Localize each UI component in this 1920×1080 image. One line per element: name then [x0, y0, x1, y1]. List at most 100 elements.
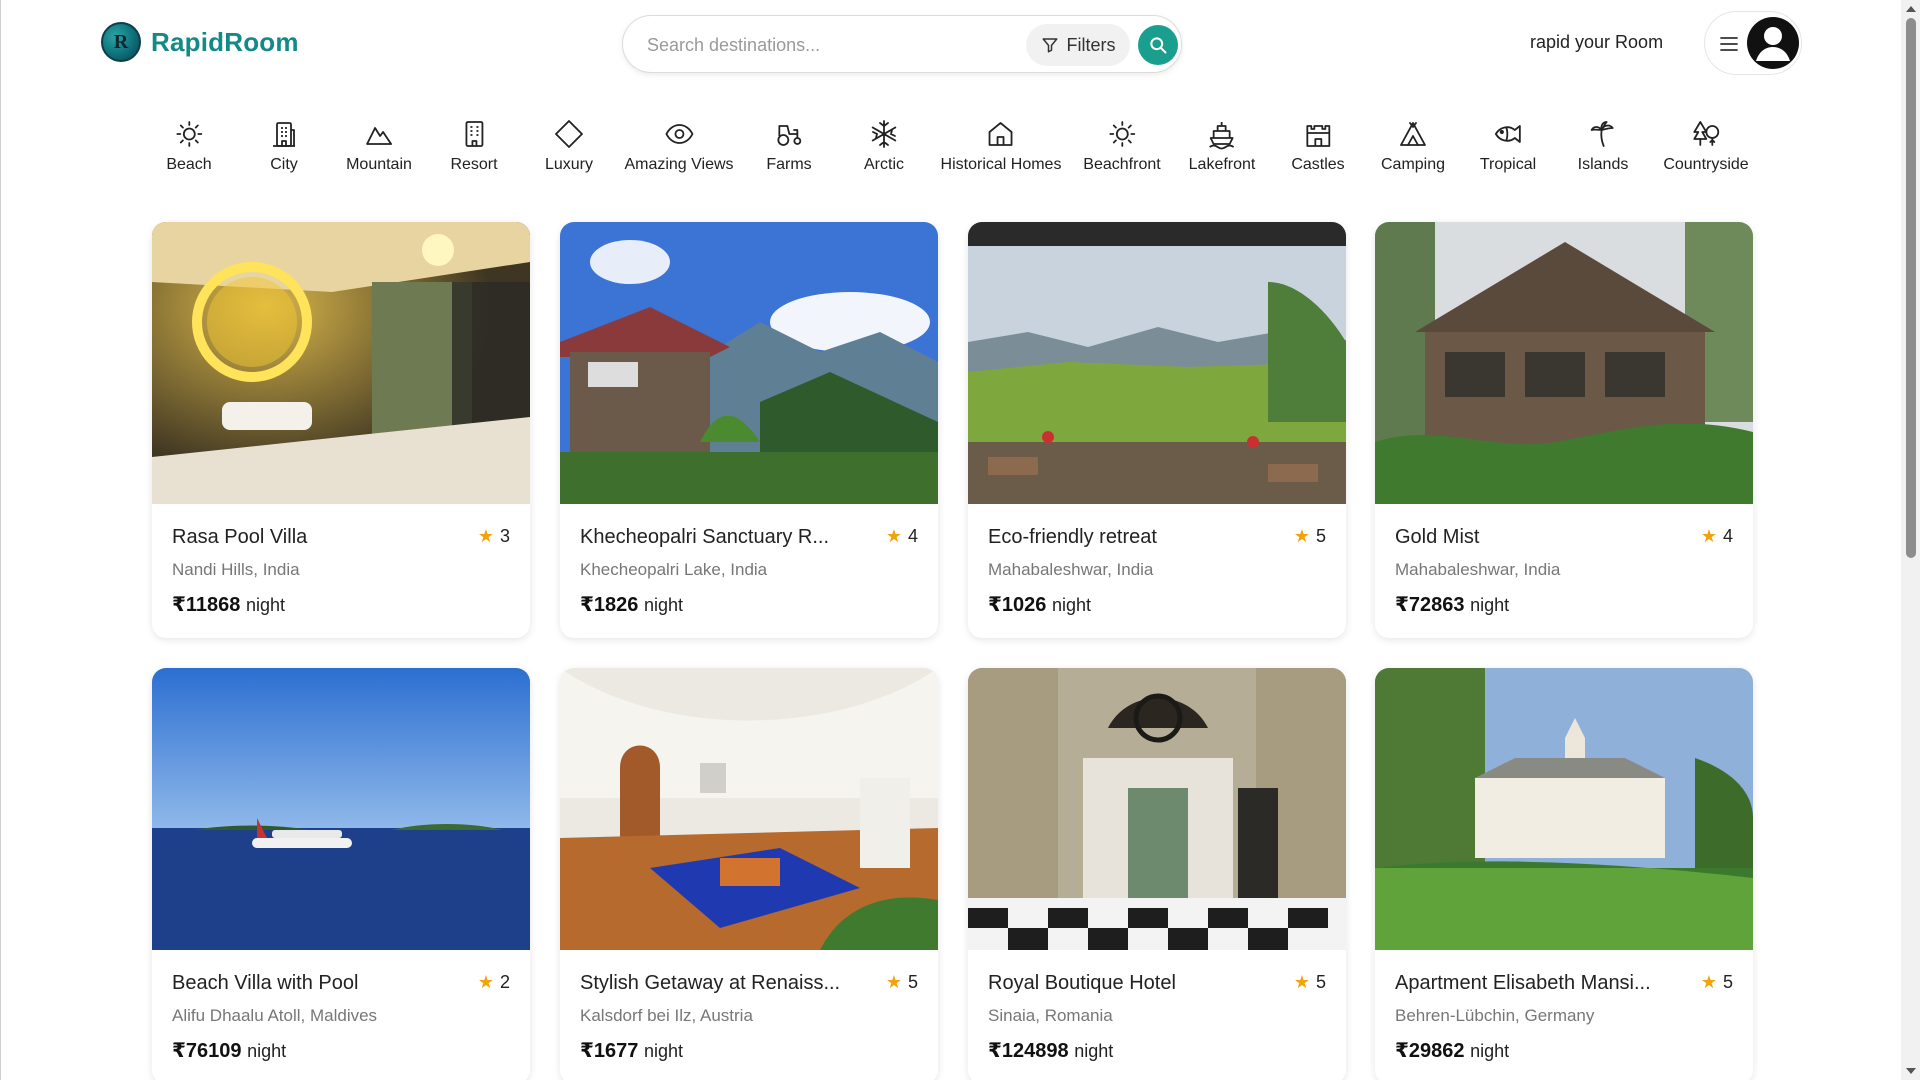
listing-location: Mahabaleshwar, India — [988, 560, 1154, 579]
category-tropical[interactable]: Tropical — [1480, 118, 1536, 188]
price-value: ₹1826 — [580, 594, 639, 616]
listing-price: ₹72863 night — [1395, 592, 1509, 617]
user-menu-button[interactable] — [1704, 11, 1802, 75]
listing-card[interactable]: Royal Boutique Hotel ★ 5 Sinaia, Romania … — [968, 668, 1346, 1080]
listing-card[interactable]: Gold Mist ★ 4 Mahabaleshwar, India ₹72863… — [1375, 222, 1753, 638]
listing-image-valley — [968, 222, 1346, 504]
listing-price: ₹76109 night — [172, 1038, 286, 1063]
listing-location: Kalsdorf bei Ilz, Austria — [580, 1006, 753, 1025]
brand-logo[interactable]: R RapidRoom — [101, 22, 299, 62]
listing-price: ₹29862 night — [1395, 1038, 1509, 1063]
category-beachfront[interactable]: Beachfront — [1083, 118, 1161, 188]
price-value: ₹76109 — [172, 1040, 242, 1062]
hotel-icon — [465, 121, 483, 147]
host-link[interactable]: rapid your Room — [1530, 32, 1663, 53]
category-label: Countryside — [1663, 156, 1749, 173]
star-icon: ★ — [477, 972, 494, 992]
category-city[interactable]: City — [268, 118, 300, 188]
filters-button[interactable]: Filters — [1026, 24, 1130, 66]
price-unit: night — [643, 595, 684, 615]
listing-photo[interactable] — [1375, 668, 1753, 950]
listing-image-vault-room — [560, 668, 938, 950]
price-value: ₹1677 — [580, 1040, 639, 1062]
star-icon: ★ — [477, 526, 494, 546]
top-navbar: R RapidRoom Filters rapid your Room — [1, 0, 1901, 88]
category-amazing-views[interactable]: Amazing Views — [624, 118, 734, 188]
scrollbar-thumb[interactable] — [1906, 18, 1916, 558]
price-unit: night — [247, 1041, 287, 1061]
listing-card[interactable]: Rasa Pool Villa ★ 3 Nandi Hills, India ₹1… — [152, 222, 530, 638]
listing-rating: ★ 5 — [1294, 526, 1326, 547]
listing-photo[interactable] — [560, 668, 938, 950]
price-unit: night — [246, 595, 286, 615]
tractor-icon — [777, 125, 801, 146]
listing-card[interactable]: Apartment Elisabeth Mansi... ★ 5 Behren-L… — [1375, 668, 1753, 1080]
category-label: Lakefront — [1188, 156, 1256, 173]
rating-value: 5 — [1722, 972, 1733, 992]
category-label: Camping — [1380, 156, 1446, 173]
category-mountain[interactable]: Mountain — [346, 118, 412, 188]
ship-icon — [1209, 122, 1235, 150]
category-islands[interactable]: Islands — [1578, 118, 1628, 188]
listing-photo[interactable] — [152, 668, 530, 950]
rating-value: 4 — [907, 526, 918, 546]
eye-icon — [664, 124, 694, 144]
search-input[interactable] — [647, 30, 1017, 60]
diamond-icon — [555, 120, 583, 148]
listing-card[interactable]: Stylish Getaway at Renaiss... ★ 5 Kalsdor… — [560, 668, 938, 1080]
filters-label: Filters — [1066, 34, 1116, 55]
listing-title[interactable]: Eco-friendly retreat — [988, 526, 1288, 549]
listing-price: ₹11868 night — [172, 592, 285, 617]
logo-icon: R — [101, 22, 141, 62]
listing-title[interactable]: Khecheopalri Sanctuary R... — [580, 526, 880, 549]
listing-card[interactable]: Khecheopalri Sanctuary R... ★ 4 Khecheopa… — [560, 222, 938, 638]
category-bar: Beach City Mountain Resort Luxury Amazin… — [1, 118, 1901, 188]
rating-value: 5 — [1315, 526, 1326, 546]
listing-photo[interactable] — [1375, 222, 1753, 504]
category-historical-homes[interactable]: Historical Homes — [941, 118, 1061, 188]
avatar — [1747, 17, 1799, 69]
search-icon — [1150, 37, 1167, 54]
listing-card[interactable]: Beach Villa with Pool ★ 2 Alifu Dhaalu At… — [152, 668, 530, 1080]
listing-photo[interactable] — [560, 222, 938, 504]
listing-title[interactable]: Beach Villa with Pool — [172, 972, 472, 995]
category-camping[interactable]: Camping — [1381, 118, 1445, 188]
listing-image-sea — [152, 668, 530, 950]
listing-title[interactable]: Apartment Elisabeth Mansi... — [1395, 972, 1695, 995]
listing-title[interactable]: Stylish Getaway at Renaiss... — [580, 972, 880, 995]
listing-photo[interactable] — [968, 668, 1346, 950]
price-unit: night — [1470, 595, 1510, 615]
listing-title[interactable]: Rasa Pool Villa — [172, 526, 472, 549]
page-scrollbar[interactable] — [1901, 0, 1920, 1080]
category-lakefront[interactable]: Lakefront — [1188, 118, 1256, 188]
listing-title[interactable]: Royal Boutique Hotel — [988, 972, 1288, 995]
category-castles[interactable]: Castles — [1291, 118, 1345, 188]
search-button[interactable] — [1138, 25, 1178, 65]
listing-card[interactable]: Eco-friendly retreat ★ 5 Mahabaleshwar, I… — [968, 222, 1346, 638]
category-label: Amazing Views — [624, 156, 734, 173]
listing-price: ₹1826 night — [580, 592, 683, 617]
price-unit: night — [1470, 1041, 1510, 1061]
hamburger-menu-icon — [1720, 37, 1738, 51]
listing-title[interactable]: Gold Mist — [1395, 526, 1695, 549]
category-resort[interactable]: Resort — [450, 118, 498, 188]
star-icon: ★ — [1700, 526, 1717, 546]
category-beach[interactable]: Beach — [166, 118, 212, 188]
fish-icon — [1495, 125, 1521, 143]
star-icon: ★ — [885, 972, 902, 992]
category-farms[interactable]: Farms — [766, 118, 812, 188]
category-label: Farms — [766, 156, 812, 173]
category-label: Beach — [166, 156, 212, 173]
listing-photo[interactable] — [152, 222, 530, 504]
price-unit: night — [643, 1041, 684, 1061]
category-countryside[interactable]: Countryside — [1663, 118, 1749, 188]
price-value: ₹29862 — [1395, 1040, 1465, 1062]
scroll-up-arrow-icon[interactable] — [1906, 6, 1916, 12]
tent-icon — [1400, 122, 1426, 146]
category-label: City — [270, 156, 298, 173]
price-value: ₹1026 — [988, 594, 1047, 616]
category-luxury[interactable]: Luxury — [545, 118, 593, 188]
scroll-down-arrow-icon[interactable] — [1906, 1068, 1916, 1074]
category-arctic[interactable]: Arctic — [864, 118, 904, 188]
listing-photo[interactable] — [968, 222, 1346, 504]
